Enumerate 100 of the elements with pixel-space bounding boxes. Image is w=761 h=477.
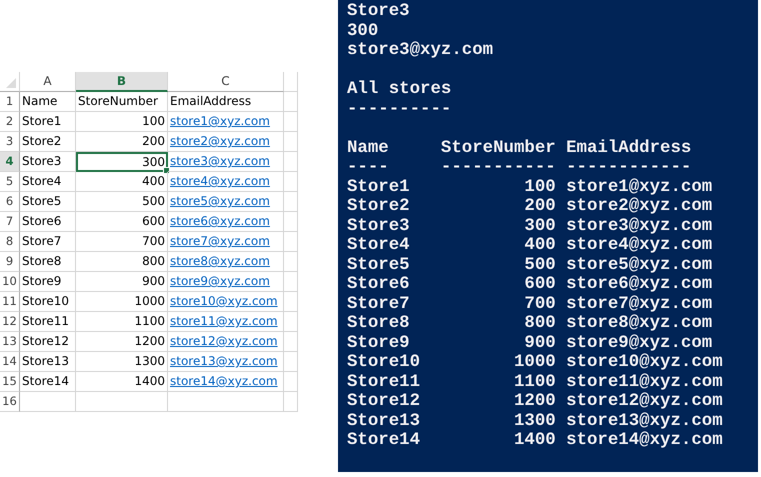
console-cell: store1@xyz.com bbox=[566, 178, 712, 196]
table-cell: 1300 bbox=[134, 354, 165, 368]
table-cell: Store14 bbox=[22, 374, 69, 388]
console-output: store3@xyz.com bbox=[347, 41, 494, 60]
console-cell: store10@xyz.com bbox=[566, 353, 723, 372]
table-cell: Store7 bbox=[22, 234, 62, 248]
table-cell: Store1 bbox=[22, 114, 62, 128]
console-cell: 500 bbox=[524, 256, 556, 274]
console-cell: Store1 bbox=[347, 178, 410, 196]
email-link[interactable]: store12@xyz.com bbox=[170, 334, 278, 348]
console-cell: Store8 bbox=[347, 314, 410, 333]
console-cell: store9@xyz.com bbox=[566, 334, 712, 352]
row-header[interactable]: 12 bbox=[0, 312, 20, 332]
table-cell: Store9 bbox=[22, 274, 62, 288]
heading-underline: ---------- bbox=[347, 100, 452, 119]
email-link[interactable]: store9@xyz.com bbox=[170, 274, 270, 288]
table-cell: Store4 bbox=[22, 174, 62, 188]
table-cell: Store11 bbox=[22, 314, 69, 328]
email-link[interactable]: store13@xyz.com bbox=[170, 354, 278, 368]
table-cell: Store8 bbox=[22, 254, 62, 268]
column-heading: StoreNumber bbox=[440, 138, 556, 158]
console-cell: Store11 bbox=[347, 372, 420, 392]
console-cell: Store4 bbox=[347, 236, 410, 255]
column-header[interactable]: C bbox=[168, 72, 284, 92]
console-cell: Store9 bbox=[347, 334, 410, 352]
console-cell: store11@xyz.com bbox=[566, 372, 723, 392]
email-link[interactable]: store14@xyz.com bbox=[170, 374, 278, 388]
column-header[interactable] bbox=[284, 72, 298, 92]
email-link[interactable]: store5@xyz.com bbox=[170, 194, 270, 208]
row-header[interactable]: 2 bbox=[0, 112, 20, 132]
table-cell: 400 bbox=[142, 174, 165, 188]
table-cell: 1200 bbox=[134, 334, 165, 348]
fill-handle[interactable] bbox=[163, 167, 170, 174]
empty-cell bbox=[284, 392, 298, 412]
email-link[interactable]: store11@xyz.com bbox=[170, 314, 278, 328]
row-header[interactable]: 11 bbox=[0, 292, 20, 312]
console-cell: store7@xyz.com bbox=[566, 294, 712, 314]
email-link[interactable]: store7@xyz.com bbox=[170, 234, 270, 248]
console-cell: store4@xyz.com bbox=[566, 236, 712, 255]
row-header[interactable]: 14 bbox=[0, 352, 20, 372]
row-header[interactable]: 13 bbox=[0, 332, 20, 352]
console-cell: store14@xyz.com bbox=[566, 431, 723, 450]
table-cell: Store5 bbox=[22, 194, 62, 208]
email-link[interactable]: store6@xyz.com bbox=[170, 214, 270, 228]
console-cell: store6@xyz.com bbox=[566, 275, 712, 294]
row-header[interactable]: 10 bbox=[0, 272, 20, 292]
console-cell: 100 bbox=[524, 178, 556, 196]
console-cell: store5@xyz.com bbox=[566, 256, 712, 274]
email-link[interactable]: store4@xyz.com bbox=[170, 174, 270, 188]
email-link[interactable]: store8@xyz.com bbox=[170, 254, 270, 268]
console-cell: 1300 bbox=[514, 412, 556, 430]
console-cell: Store7 bbox=[347, 294, 410, 314]
console-cell: 1200 bbox=[514, 392, 556, 411]
console-cell: 1400 bbox=[514, 431, 556, 450]
row-header[interactable]: 9 bbox=[0, 252, 20, 272]
table-cell: Store6 bbox=[22, 214, 62, 228]
row-header[interactable]: 15 bbox=[0, 372, 20, 392]
console-cell: Store13 bbox=[347, 412, 420, 430]
email-link[interactable]: store10@xyz.com bbox=[170, 294, 278, 308]
table-cell: 500 bbox=[142, 194, 165, 208]
email-link[interactable]: store1@xyz.com bbox=[170, 114, 270, 128]
console-cell: Store10 bbox=[347, 353, 420, 372]
row-header[interactable]: 6 bbox=[0, 192, 20, 212]
row-header[interactable]: 4 bbox=[0, 152, 20, 172]
email-link[interactable]: store3@xyz.com bbox=[170, 154, 270, 168]
table-cell: 300 bbox=[142, 155, 165, 169]
select-all-icon[interactable] bbox=[6, 78, 16, 88]
column-underline: ------------ bbox=[566, 158, 692, 177]
console-cell: store3@xyz.com bbox=[566, 216, 712, 236]
column-heading: Name bbox=[347, 138, 389, 158]
console-cell: store8@xyz.com bbox=[566, 314, 712, 333]
row-header[interactable]: 5 bbox=[0, 172, 20, 192]
column-heading: EmailAddress bbox=[566, 138, 692, 158]
console-cell: 400 bbox=[524, 236, 556, 255]
table-cell: Store13 bbox=[22, 354, 69, 368]
table-cell: Store3 bbox=[22, 154, 62, 168]
row-header[interactable]: 16 bbox=[0, 392, 20, 412]
table-cell: 100 bbox=[142, 114, 165, 128]
email-link[interactable]: store2@xyz.com bbox=[170, 134, 270, 148]
console-cell: 600 bbox=[524, 275, 556, 294]
table-cell: 600 bbox=[142, 214, 165, 228]
row-header[interactable]: 8 bbox=[0, 232, 20, 252]
console-cell: 900 bbox=[524, 334, 556, 352]
console-cell: store13@xyz.com bbox=[566, 412, 723, 430]
console-cell: Store3 bbox=[347, 216, 410, 236]
console-cell: 300 bbox=[524, 216, 556, 236]
table-cell: 900 bbox=[142, 274, 165, 288]
table-cell: StoreNumber bbox=[78, 94, 158, 108]
column-underline: ----------- bbox=[440, 158, 556, 177]
row-header[interactable]: 1 bbox=[0, 92, 20, 112]
table-cell: EmailAddress bbox=[170, 94, 252, 108]
table-cell: Store12 bbox=[22, 334, 69, 348]
table-cell: Store10 bbox=[22, 294, 69, 308]
table-cell: 800 bbox=[142, 254, 165, 268]
table-cell: 1000 bbox=[134, 294, 165, 308]
console-cell: Store12 bbox=[347, 392, 420, 411]
console-cell: Store2 bbox=[347, 197, 410, 216]
column-header[interactable]: B bbox=[76, 72, 168, 92]
console-cell: 1100 bbox=[514, 372, 556, 392]
row-header[interactable]: 7 bbox=[0, 212, 20, 232]
